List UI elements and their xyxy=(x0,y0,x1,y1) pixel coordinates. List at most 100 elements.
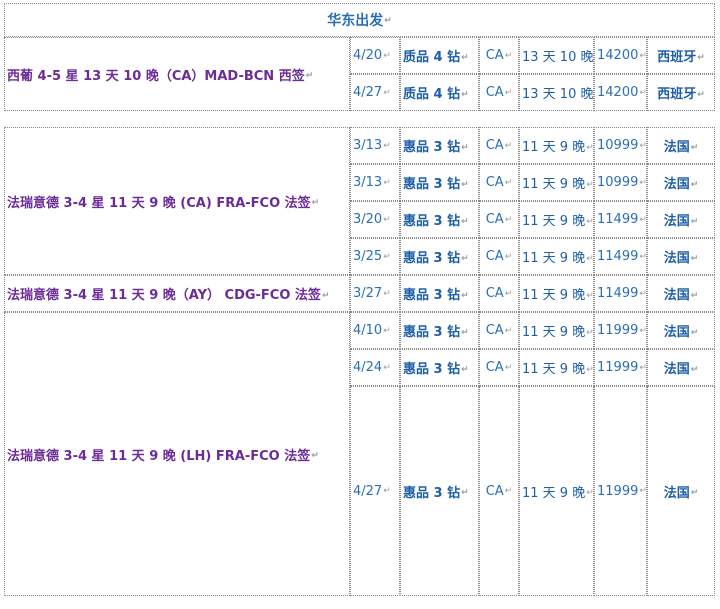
paragraph-mark-icon: ↵ xyxy=(586,290,594,301)
trip-duration-cell: 11 天 9 晚↵ xyxy=(519,312,594,349)
tour-table-container: 华东出发↵ 西葡 4-5 星 13 天 10 晚（CA）MAD-BCN 西签↵ 4… xyxy=(4,3,715,596)
price: 11999 xyxy=(597,360,639,375)
paragraph-mark-icon: ↵ xyxy=(504,251,513,262)
paragraph-mark-icon: ↵ xyxy=(586,253,594,264)
trip-duration-cell: 13 天 10 晚↵ xyxy=(519,74,594,111)
visa-country: 法国 xyxy=(663,140,690,155)
airline-code-cell: CA↵ xyxy=(479,386,519,596)
paragraph-mark-icon: ↵ xyxy=(461,253,469,264)
price: 14200 xyxy=(597,48,639,63)
paragraph-mark-icon: ↵ xyxy=(639,288,647,299)
trip-duration: 11 天 9 晚 xyxy=(522,177,586,192)
trip-duration-cell: 11 天 9 晚↵ xyxy=(519,164,594,201)
hotel-class-cell: 惠品 3 钻↵ xyxy=(400,349,479,386)
paragraph-mark-icon: ↵ xyxy=(639,140,647,151)
paragraph-mark-icon: ↵ xyxy=(504,288,513,299)
paragraph-mark-icon: ↵ xyxy=(690,488,699,498)
airline-code: CA xyxy=(485,138,504,153)
trip-duration-cell: 11 天 9 晚↵ xyxy=(519,127,594,164)
airline-code-cell: CA↵ xyxy=(479,275,519,312)
trip-duration-cell: 11 天 9 晚↵ xyxy=(519,275,594,312)
trip-duration: 13 天 10 晚 xyxy=(522,50,594,65)
price: 11499 xyxy=(597,212,639,227)
trip-duration: 11 天 9 晚 xyxy=(522,485,586,501)
paragraph-mark-icon: ↵ xyxy=(504,177,513,188)
departure-date-cell: 3/13↵ xyxy=(350,127,400,164)
airline-code-cell: CA↵ xyxy=(479,349,519,386)
paragraph-mark-icon: ↵ xyxy=(461,142,469,153)
paragraph-mark-icon: ↵ xyxy=(384,16,392,26)
visa-country-cell: 法国↵ xyxy=(647,127,715,164)
airline-code-cell: CA↵ xyxy=(479,238,519,275)
trip-duration: 13 天 10 晚 xyxy=(522,87,594,102)
route-name: 法瑞意德 3-4 星 11 天 9 晚 (LH) FRA-FCO 法签 xyxy=(7,448,311,464)
trip-duration-cell: 13 天 10 晚↵ xyxy=(519,37,594,74)
hotel-class: 惠品 3 钻 xyxy=(403,325,461,340)
paragraph-mark-icon: ↵ xyxy=(383,140,391,151)
price-cell: 10999↵ xyxy=(594,127,647,164)
trip-duration: 11 天 9 晚 xyxy=(522,325,586,340)
paragraph-mark-icon: ↵ xyxy=(504,486,513,496)
price: 10999 xyxy=(597,175,639,190)
airline-code-cell: CA↵ xyxy=(479,201,519,238)
paragraph-mark-icon: ↵ xyxy=(690,253,699,264)
tour-table: 华东出发↵ 西葡 4-5 星 13 天 10 晚（CA）MAD-BCN 西签↵ 4… xyxy=(4,3,715,596)
departure-date-cell: 4/27↵ xyxy=(350,74,400,111)
departure-date: 4/24 xyxy=(353,360,383,375)
table-row: 法瑞意德 3-4 星 11 天 9 晚 (LH) FRA-FCO 法签↵ 4/10… xyxy=(4,312,715,596)
trip-duration: 11 天 9 晚 xyxy=(522,288,586,303)
paragraph-mark-icon: ↵ xyxy=(383,325,391,336)
visa-country: 西班牙 xyxy=(657,87,697,102)
route-name: 法瑞意德 3-4 星 11 天 9 晚 (CA) FRA-FCO 法签 xyxy=(7,195,311,211)
departure-date: 3/25 xyxy=(353,249,383,264)
trip-duration: 11 天 9 晚 xyxy=(522,214,586,229)
price: 14200 xyxy=(597,85,639,100)
departure-date-cell: 4/20↵ xyxy=(350,37,400,74)
paragraph-mark-icon: ↵ xyxy=(586,327,594,338)
hotel-class: 惠品 3 钻 xyxy=(403,214,461,229)
table-row: 法瑞意德 3-4 星 11 天 9 晚 (CA) FRA-FCO 法签↵ 3/13… xyxy=(4,127,715,275)
visa-country-cell: 法国↵ xyxy=(647,201,715,238)
paragraph-mark-icon: ↵ xyxy=(504,325,513,336)
departure-date-cell: 4/10↵ xyxy=(350,312,400,349)
price: 11499 xyxy=(597,286,639,301)
route-cell: 法瑞意德 3-4 星 11 天 9 晚 (CA) FRA-FCO 法签↵ xyxy=(4,127,350,275)
paragraph-mark-icon: ↵ xyxy=(639,177,647,188)
route-name: 法瑞意德 3-4 星 11 天 9 晚（AY） CDG-FCO 法签 xyxy=(7,288,321,303)
paragraph-mark-icon: ↵ xyxy=(321,290,330,301)
paragraph-mark-icon: ↵ xyxy=(586,142,594,153)
hotel-class-cell: 惠品 3 钻↵ xyxy=(400,238,479,275)
departure-date-cell: 4/27↵ xyxy=(350,386,400,596)
visa-country-cell: 法国↵ xyxy=(647,386,715,596)
visa-country-cell: 法国↵ xyxy=(647,238,715,275)
price-cell: 14200↵ xyxy=(594,37,647,74)
departure-date: 4/27 xyxy=(353,483,383,499)
trip-duration: 11 天 9 晚 xyxy=(522,140,586,155)
paragraph-mark-icon: ↵ xyxy=(504,214,513,225)
paragraph-mark-icon: ↵ xyxy=(586,488,594,498)
paragraph-mark-icon: ↵ xyxy=(690,290,699,301)
paragraph-mark-icon: ↵ xyxy=(461,290,469,301)
visa-country: 法国 xyxy=(663,362,690,377)
visa-country: 法国 xyxy=(663,485,690,501)
visa-country: 西班牙 xyxy=(657,50,697,65)
departure-date: 4/20 xyxy=(353,48,383,63)
trip-duration: 11 天 9 晚 xyxy=(522,251,586,266)
departure-date: 4/27 xyxy=(353,85,383,100)
hotel-class: 质品 4 钻 xyxy=(403,50,461,65)
airline-code: CA xyxy=(485,286,504,301)
visa-country-cell: 法国↵ xyxy=(647,164,715,201)
paragraph-mark-icon: ↵ xyxy=(504,140,513,151)
spacer-cell xyxy=(4,111,715,127)
airline-code: CA xyxy=(485,323,504,338)
visa-country: 法国 xyxy=(663,214,690,229)
hotel-class-cell: 惠品 3 钻↵ xyxy=(400,164,479,201)
visa-country: 法国 xyxy=(663,288,690,303)
trip-duration-cell: 11 天 9 晚↵ xyxy=(519,349,594,386)
paragraph-mark-icon: ↵ xyxy=(690,179,699,190)
paragraph-mark-icon: ↵ xyxy=(697,52,705,63)
price: 11999 xyxy=(597,323,639,338)
paragraph-mark-icon: ↵ xyxy=(461,327,469,338)
tour-table-body: 华东出发↵ 西葡 4-5 星 13 天 10 晚（CA）MAD-BCN 西签↵ 4… xyxy=(4,3,715,596)
paragraph-mark-icon: ↵ xyxy=(311,451,319,461)
